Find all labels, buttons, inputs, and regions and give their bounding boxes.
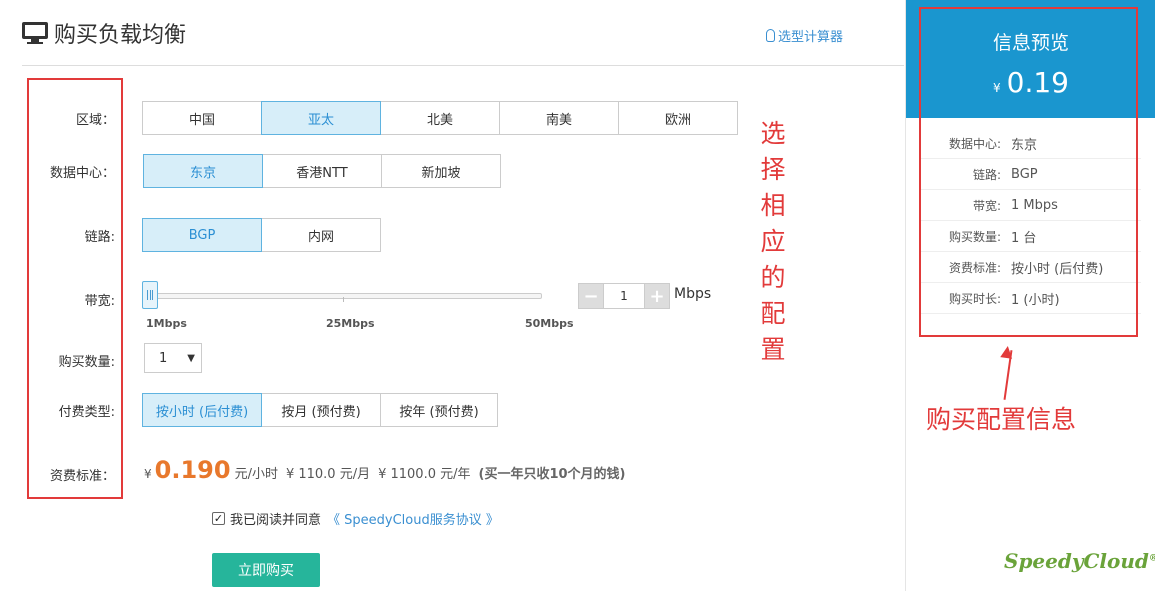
region-option-north-america[interactable]: 北美 — [380, 101, 500, 135]
agreement-row: ✓ 我已阅读并同意 《 SpeedyCloud服务协议 》 — [212, 509, 499, 528]
region-option-china[interactable]: 中国 — [142, 101, 262, 135]
bandwidth-input[interactable]: 1 — [604, 283, 644, 309]
link-option-bgp[interactable]: BGP — [142, 218, 262, 252]
datacenter-option-hk-ntt[interactable]: 香港NTT — [262, 154, 382, 188]
calculator-link[interactable]: 选型计算器 — [766, 26, 843, 45]
agreement-checkbox[interactable]: ✓ — [212, 512, 225, 525]
agreement-text: 我已阅读并同意 — [230, 513, 322, 528]
bandwidth-slider-handle[interactable] — [142, 281, 158, 309]
payment-option-yearly[interactable]: 按年 (预付费) — [380, 393, 498, 427]
datacenter-option-singapore[interactable]: 新加坡 — [381, 154, 501, 188]
link-selector: BGP 内网 — [142, 218, 381, 252]
region-option-europe[interactable]: 欧洲 — [618, 101, 738, 135]
calculator-link-label: 选型计算器 — [778, 30, 844, 45]
slider-tick-mid: 25Mbps — [326, 317, 375, 330]
speedycloud-logo: SpeedyCloud® — [1004, 549, 1155, 573]
hourly-unit: 元/小时 — [234, 467, 278, 482]
page-header: 购买负载均衡 — [22, 16, 186, 50]
minus-button[interactable]: − — [578, 283, 604, 309]
page-title: 购买负载均衡 — [54, 23, 187, 48]
region-option-south-america[interactable]: 南美 — [499, 101, 619, 135]
payment-option-hourly[interactable]: 按小时 (后付费) — [142, 393, 262, 427]
plus-button[interactable]: + — [644, 283, 670, 309]
grip-icon — [147, 290, 153, 300]
monthly-price: ¥ 110.0 元/月 — [285, 467, 371, 482]
datacenter-option-tokyo[interactable]: 东京 — [143, 154, 263, 188]
caret-down-icon: ▼ — [187, 353, 195, 364]
region-selector: 中国 亚太 北美 南美 欧洲 — [142, 101, 738, 135]
buy-now-button[interactable]: 立即购买 — [212, 553, 320, 587]
slider-tick-max: 50Mbps — [525, 317, 574, 330]
payment-selector: 按小时 (后付费) 按月 (预付费) 按年 (预付费) — [142, 393, 498, 427]
bandwidth-stepper: − 1 + — [578, 283, 670, 309]
quantity-value: 1 — [159, 350, 168, 366]
slider-mid-tick — [343, 297, 344, 302]
bandwidth-slider-track[interactable] — [148, 293, 542, 299]
region-option-apac[interactable]: 亚太 — [261, 101, 381, 135]
registered-mark: ® — [1148, 553, 1155, 564]
brand-name: SpeedyCloud — [1004, 549, 1149, 573]
check-icon: ✓ — [213, 512, 224, 525]
pricing-note: (买一年只收10个月的钱) — [478, 467, 626, 482]
quantity-select[interactable]: 1 ▼ — [144, 343, 202, 373]
annotation-right-text: 购买配置信息 — [926, 405, 1077, 434]
pricing-line: ¥ 0.190 元/小时 ¥ 110.0 元/月 ¥ 1100.0 元/年 (买… — [144, 456, 625, 484]
annotation-vertical-text: 选择相应的配置 — [760, 119, 786, 364]
currency-symbol: ¥ — [144, 467, 152, 481]
payment-option-monthly[interactable]: 按月 (预付费) — [261, 393, 381, 427]
yearly-price: ¥ 1100.0 元/年 — [378, 467, 471, 482]
hourly-price: 0.190 — [154, 456, 231, 484]
bandwidth-unit: Mbps — [674, 286, 712, 302]
annotation-box-left — [27, 78, 123, 499]
header-divider — [22, 65, 904, 66]
slider-tick-min: 1Mbps — [146, 317, 187, 330]
lightbulb-icon — [766, 29, 775, 42]
agreement-link[interactable]: 《 SpeedyCloud服务协议 》 — [327, 509, 499, 528]
datacenter-selector: 东京 香港NTT 新加坡 — [143, 154, 501, 188]
annotation-box-right — [919, 7, 1138, 337]
link-option-intranet[interactable]: 内网 — [261, 218, 381, 252]
monitor-icon — [22, 22, 48, 44]
